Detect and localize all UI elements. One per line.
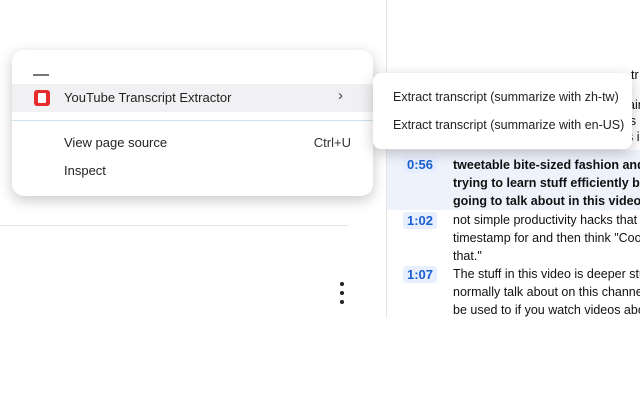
transcript-line: that." [453,249,482,263]
extension-icon [34,90,50,106]
transcript-line: The stuff in this video is deeper stu [453,267,640,281]
transcript-row[interactable]: 1:02 not simple productivity hacks that … [387,210,640,266]
transcript-panel: tr ain s i is 0:56 tweetable bite-sized … [387,0,640,318]
timestamp-chip[interactable]: 1:02 [403,212,438,229]
context-menu: YouTube Transcript Extractor › View page… [12,50,373,196]
transcript-line: trying to learn stuff efficiently but t [453,176,640,190]
more-options-icon[interactable] [334,282,350,304]
menu-item-inspect[interactable]: Inspect [12,158,373,184]
transcript-line: tweetable bite-sized fashion and I g [453,158,640,172]
menu-item-youtube-transcript-extractor[interactable]: YouTube Transcript Extractor › [12,84,373,112]
menu-item-label: YouTube Transcript Extractor [64,90,232,105]
menu-separator [12,120,373,121]
transcript-row[interactable]: 1:07 The stuff in this video is deeper s… [387,264,640,318]
content-divider [0,225,348,226]
extension-submenu: Extract transcript (summarize with zh-tw… [373,73,632,149]
timestamp-chip[interactable]: 0:56 [403,156,438,173]
transcript-line: not simple productivity hacks that y [453,213,640,227]
chevron-right-icon: › [338,87,343,104]
shortcut-label: Ctrl+U [313,135,351,150]
submenu-item-label: Extract transcript (summarize with en-US… [393,118,625,132]
submenu-item-label: Extract transcript (summarize with zh-tw… [393,90,619,104]
menu-item-label: Inspect [64,163,106,178]
submenu-item-en-us[interactable]: Extract transcript (summarize with en-US… [373,113,632,139]
transcript-line: normally talk about on this channe [453,285,640,299]
transcript-line: going to talk about in this video are [453,194,640,208]
timestamp-chip[interactable]: 1:07 [403,266,438,283]
transcript-line: be used to if you watch videos abo [453,303,640,317]
transcript-line: timestamp for and then think "Cool [453,231,640,245]
submenu-item-zh-tw[interactable]: Extract transcript (summarize with zh-tw… [373,85,632,111]
menu-item-label: View page source [64,135,168,150]
menu-item-icon [33,74,49,76]
menu-item-view-page-source[interactable]: View page source Ctrl+U [12,130,373,156]
transcript-row-current[interactable]: 0:56 tweetable bite-sized fashion and I … [387,150,640,210]
menu-item-partial[interactable] [12,50,373,83]
transcript-fragment: tr [631,68,639,82]
